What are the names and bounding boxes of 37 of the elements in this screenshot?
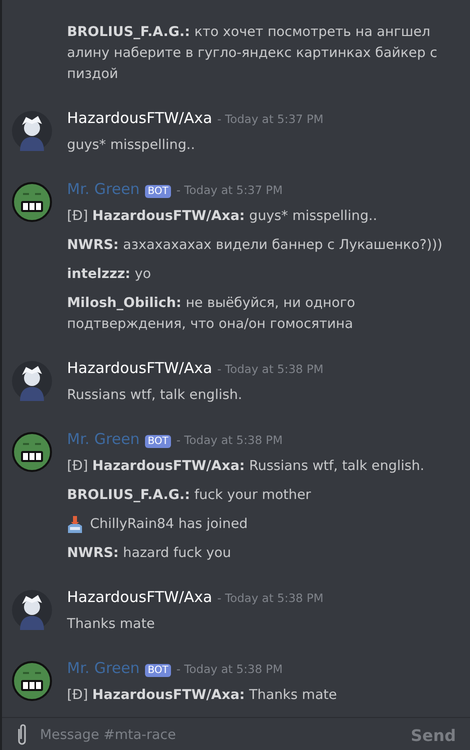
username[interactable]: Mr. Green	[67, 430, 140, 448]
timestamp: - Today at 5:38 PM	[217, 591, 324, 605]
avatar-icon	[12, 432, 52, 472]
message-text: [Đ] HazardousFTW/Axa: Thanks mate	[67, 686, 338, 705]
avatar-icon	[12, 111, 52, 151]
message-text: [Đ] HazardousFTW/Axa: guys* misspelling..	[67, 207, 378, 226]
attach-icon	[16, 724, 28, 746]
message-text: guys* misspelling..	[67, 136, 196, 155]
message-text: Russians wtf, talk english.	[67, 386, 244, 405]
avatar-icon	[12, 661, 52, 701]
avatar-icon	[12, 361, 52, 401]
avatar-icon	[12, 182, 52, 222]
username[interactable]: HazardousFTW/Axa	[67, 109, 212, 127]
message-text: [Đ] HazardousFTW/Axa: Russians wtf, talk english.	[67, 457, 426, 476]
message-text: BROLIUS_F.A.G.: fuck your mother	[67, 486, 312, 505]
timestamp: - Today at 5:37 PM	[217, 112, 324, 126]
message-text: NWRS: азхахахахах видели баннер с Лукашенко?)))	[67, 236, 444, 255]
timestamp: - Today at 5:38 PM	[217, 362, 324, 376]
message-text: NWRS: hazard fuck you	[67, 544, 232, 563]
message-text: intelzzz: yo	[67, 265, 152, 284]
join-message: ChillyRain84 has joined	[90, 515, 248, 534]
bot-badge: BOT	[144, 664, 172, 677]
timestamp: - Today at 5:38 PM	[176, 662, 283, 676]
username[interactable]: HazardousFTW/Axa	[67, 588, 212, 606]
message-text: BROLIUS_F.A.G.: кто хочет посмотреть на ангшел алину наберите в гугло-яндекс картинках байкер с пиздой	[67, 23, 438, 84]
message-field[interactable]: Message #mta-race	[40, 723, 393, 747]
username[interactable]: Mr. Green	[67, 659, 140, 677]
bot-badge: BOT	[144, 435, 172, 448]
inbox-icon	[67, 516, 83, 534]
message-text: Milosh_Obilich: не выёбуйся, ни одного подтверждения, что она/он гомосятина	[67, 294, 356, 334]
username[interactable]: HazardousFTW/Axa	[67, 359, 212, 377]
timestamp: - Today at 5:37 PM	[176, 183, 283, 197]
message-text: Thanks mate	[67, 615, 156, 634]
timestamp: - Today at 5:38 PM	[176, 433, 283, 447]
avatar-icon	[12, 590, 52, 630]
username[interactable]: Mr. Green	[67, 180, 140, 198]
bot-badge: BOT	[144, 185, 172, 198]
